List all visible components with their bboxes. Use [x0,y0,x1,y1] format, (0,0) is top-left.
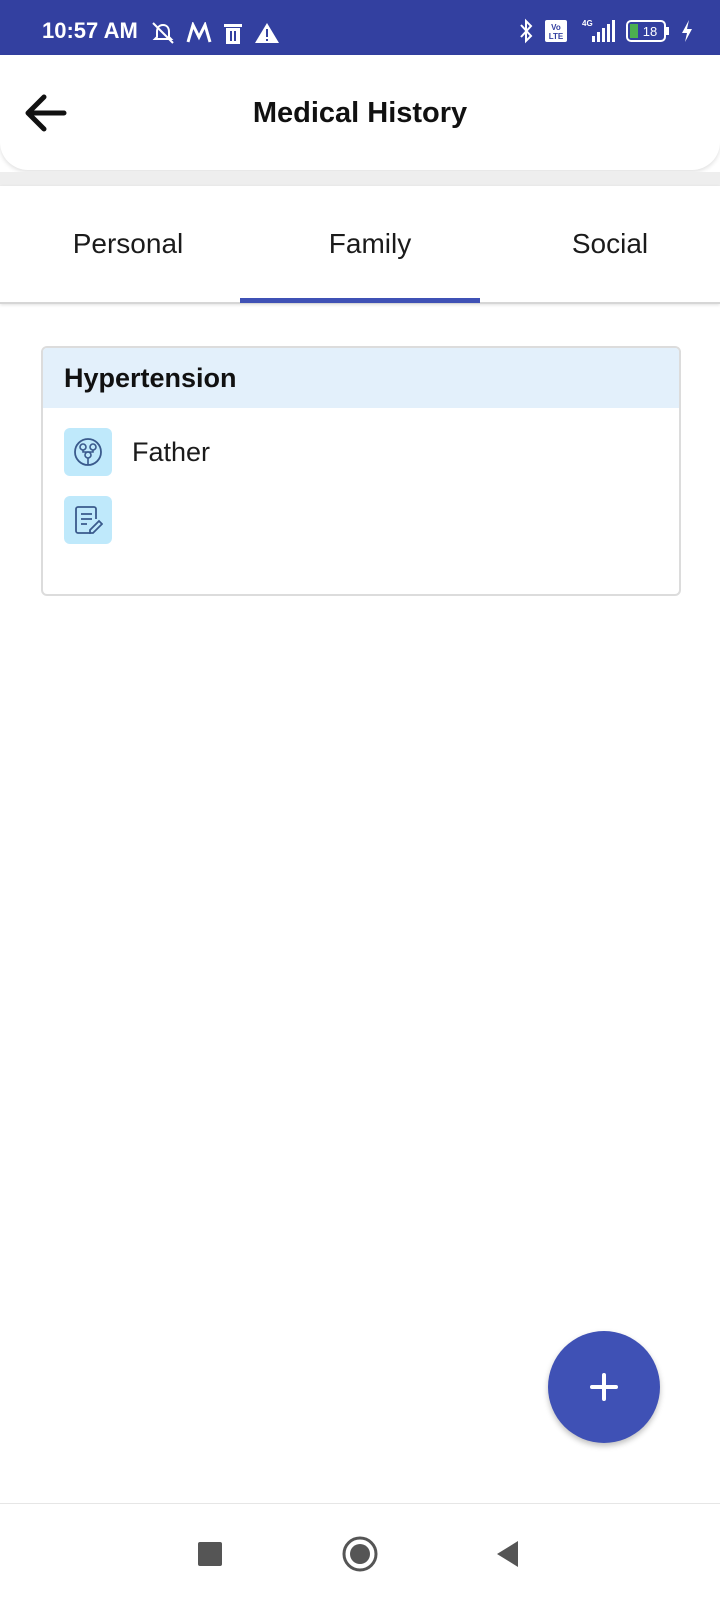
app-m-icon [186,20,212,49]
status-time: 10:57 AM [42,18,138,43]
status-bar: 10:57 AM Vo LTE 4G 18 [0,0,720,55]
svg-text:4G: 4G [582,19,593,28]
status-left-icons [150,20,280,51]
tab-social[interactable]: Social [490,186,720,302]
alarm-off-icon [150,20,176,51]
recents-square-icon [198,1542,222,1566]
tab-family[interactable]: Family [250,186,490,302]
back-triangle-icon [497,1541,518,1567]
system-nav-bar [0,1503,720,1601]
edit-note-icon[interactable] [64,496,112,544]
tab-bar: Personal Family Social [0,186,720,304]
svg-text:18: 18 [643,24,657,39]
battery-icon: 18 [626,20,670,47]
app-bar: Medical History [0,55,720,170]
svg-text:LTE: LTE [549,32,564,41]
volte-icon: Vo LTE [544,19,568,48]
tab-personal[interactable]: Personal [8,186,248,302]
home-button[interactable] [338,1532,382,1576]
page-title: Medical History [252,97,468,129]
family-history-card[interactable]: Hypertension Father [41,346,681,596]
notes-row [64,496,132,544]
charging-icon [680,19,694,48]
add-record-button[interactable] [548,1331,660,1443]
warning-icon [254,21,280,50]
relation-label: Father [132,436,211,467]
plus-icon [590,1373,618,1401]
tab-indicator [240,298,480,303]
family-tree-icon [64,428,112,476]
recents-button[interactable] [188,1532,232,1576]
trash-icon [222,21,244,50]
signal-icon: 4G [578,18,616,49]
svg-text:Vo: Vo [551,23,561,32]
back-nav-button[interactable] [486,1532,530,1576]
relation-row: Father [64,428,210,476]
bluetooth-icon [518,18,534,49]
condition-title: Hypertension [43,348,679,408]
header-divider [0,172,720,186]
status-right-icons: Vo LTE 4G 18 [518,18,694,49]
home-circle-icon [342,1536,378,1572]
